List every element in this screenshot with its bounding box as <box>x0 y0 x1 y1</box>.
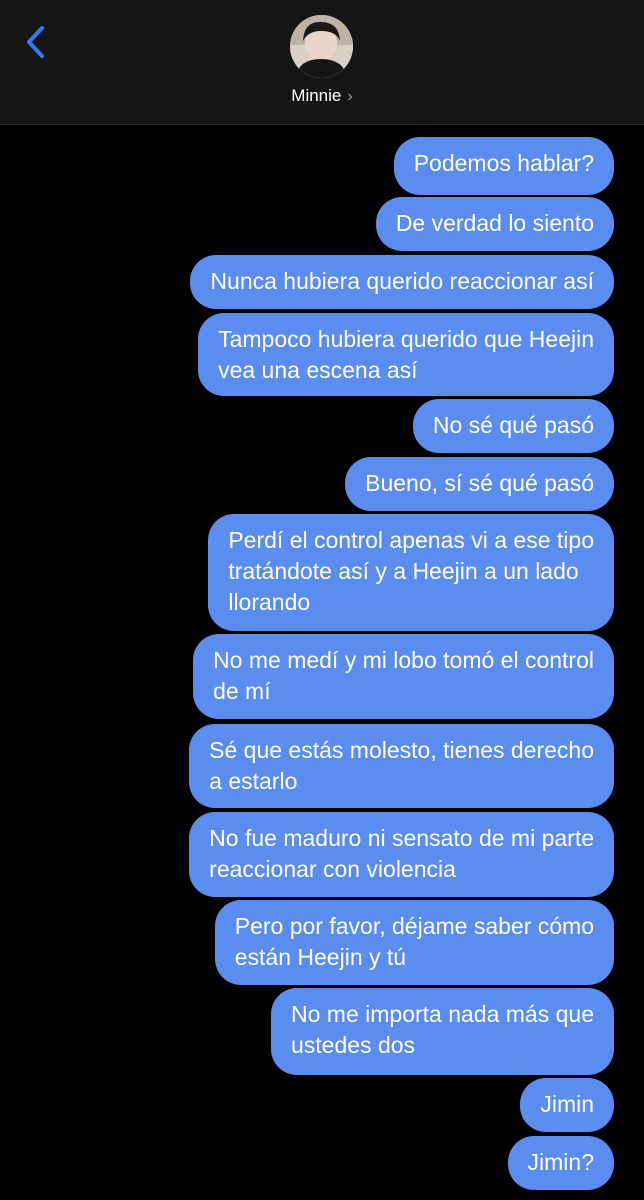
chevron-left-icon <box>27 26 44 58</box>
message-bubble[interactable]: Podemos hablar? <box>393 137 614 195</box>
conversation-header: Minnie › <box>0 0 644 125</box>
message-thread[interactable]: Podemos hablar? De verdad lo siento Nunc… <box>0 124 644 1200</box>
message-bubble[interactable]: Jimin? <box>507 1136 614 1190</box>
message-bubble[interactable]: Jimin <box>520 1078 614 1132</box>
message-bubble[interactable]: Perdí el control apenas vi a ese tipo tr… <box>208 514 614 631</box>
message-bubble[interactable]: Nunca hubiera querido reaccionar así <box>190 255 614 309</box>
contact-name: Minnie <box>291 86 342 105</box>
message-bubble[interactable]: Pero por favor, déjame saber cómo están … <box>214 900 614 985</box>
message-bubble[interactable]: No me medí y mi lobo tomó el control de … <box>193 634 614 719</box>
message-bubble[interactable]: No me importa nada más que ustedes dos <box>271 988 614 1075</box>
chevron-right-icon: › <box>347 88 353 105</box>
contact-name-button[interactable]: Minnie › <box>0 86 644 106</box>
avatar-photo <box>290 15 353 78</box>
message-bubble[interactable]: De verdad lo siento <box>375 197 614 251</box>
message-bubble[interactable]: Sé que estás molesto, tienes derecho a e… <box>189 724 614 808</box>
back-button[interactable] <box>20 22 56 62</box>
message-bubble[interactable]: No fue maduro ni sensato de mi parte rea… <box>189 812 614 897</box>
message-bubble[interactable]: Tampoco hubiera querido que Heejin vea u… <box>198 313 614 396</box>
contact-avatar[interactable] <box>290 15 353 78</box>
message-bubble[interactable]: No sé qué pasó <box>412 399 614 453</box>
message-bubble[interactable]: Bueno, sí sé qué pasó <box>345 457 614 511</box>
